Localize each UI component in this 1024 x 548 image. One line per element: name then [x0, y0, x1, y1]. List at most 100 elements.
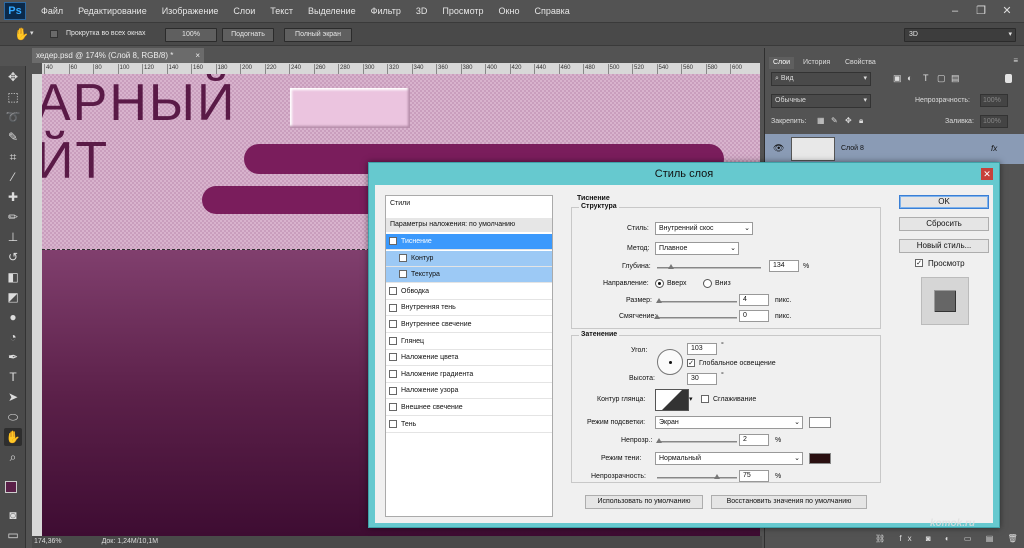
- quick-select-tool-icon[interactable]: ✎: [4, 128, 22, 146]
- style-item-checkbox[interactable]: [389, 403, 397, 412]
- highlight-color-swatch[interactable]: [809, 417, 831, 428]
- preview-checkbox[interactable]: ✓: [915, 259, 923, 267]
- style-item-checkbox[interactable]: [389, 419, 397, 428]
- style-item-checkbox[interactable]: [389, 386, 397, 395]
- eraser-tool-icon[interactable]: ◧: [4, 268, 22, 286]
- chevron-down-icon[interactable]: ▾: [689, 395, 693, 403]
- lock-all-icon[interactable]: 🔒︎: [859, 116, 863, 126]
- style-item-row[interactable]: Внешнее свечение: [386, 400, 552, 416]
- gloss-contour-picker[interactable]: [655, 389, 689, 411]
- direction-up-radio[interactable]: [655, 279, 664, 288]
- direction-down-radio[interactable]: [703, 279, 712, 288]
- style-item-row[interactable]: Наложение градиента: [386, 367, 552, 383]
- tab-history[interactable]: История: [799, 57, 834, 69]
- filter-smart-icon[interactable]: ▤: [951, 73, 960, 84]
- foreground-color-swatch[interactable]: [5, 481, 17, 493]
- shadow-opacity-input[interactable]: 75: [739, 470, 769, 482]
- style-item-row[interactable]: Глянец: [386, 334, 552, 350]
- angle-input[interactable]: 103: [687, 343, 717, 355]
- shape-tool-icon[interactable]: ⬭: [4, 408, 22, 426]
- styles-header[interactable]: Стили: [390, 200, 410, 207]
- lock-transparent-icon[interactable]: ▦: [817, 116, 825, 125]
- eye-icon[interactable]: 👁︎: [773, 143, 784, 154]
- workspace-select[interactable]: 3D ▾: [904, 28, 1016, 42]
- style-item-checkbox[interactable]: [389, 353, 397, 362]
- menu-image[interactable]: Изображение: [162, 6, 219, 16]
- tab-layers[interactable]: Слои: [769, 57, 795, 69]
- bucket-tool-icon[interactable]: ◩: [4, 288, 22, 306]
- menu-filter[interactable]: Фильтр: [371, 6, 401, 16]
- lock-position-icon[interactable]: ✥: [845, 116, 852, 125]
- restore-icon[interactable]: ❐: [974, 4, 988, 18]
- menu-text[interactable]: Текст: [270, 6, 293, 16]
- shadow-opacity-thumb[interactable]: [714, 474, 720, 479]
- blend-mode-select[interactable]: Обычные ▾: [771, 94, 871, 108]
- depth-slider-thumb[interactable]: [667, 264, 674, 269]
- history-brush-tool-icon[interactable]: ↺: [4, 248, 22, 266]
- document-tab[interactable]: хедер.psd @ 174% (Слой 8, RGB/8) * ×: [32, 48, 204, 63]
- shadow-color-swatch[interactable]: [809, 453, 831, 464]
- type-tool-icon[interactable]: T: [4, 368, 22, 386]
- style-item-row[interactable]: Наложение узора: [386, 383, 552, 400]
- style-item-row[interactable]: ✓ Тиснение: [386, 234, 552, 250]
- full-screen-button[interactable]: Полный экран: [284, 28, 352, 42]
- global-light-checkbox[interactable]: ✓: [687, 359, 695, 367]
- style-item-row[interactable]: Внутреннее свечение: [386, 317, 552, 333]
- highlight-opacity-thumb[interactable]: [655, 438, 662, 443]
- healing-tool-icon[interactable]: ✚: [4, 188, 22, 206]
- antialias-checkbox[interactable]: [701, 395, 709, 403]
- style-item-checkbox[interactable]: [399, 253, 407, 262]
- style-item-checkbox[interactable]: [399, 270, 407, 279]
- panel-menu-icon[interactable]: ≡: [1013, 56, 1018, 65]
- hand-tool-icon[interactable]: ✋: [4, 428, 22, 446]
- style-item-checkbox[interactable]: [389, 303, 397, 312]
- zoom-tool-icon[interactable]: ⌕: [4, 448, 22, 466]
- highlight-mode-select[interactable]: Экран ⌄: [655, 416, 803, 429]
- size-input[interactable]: 4: [739, 294, 769, 306]
- filter-adjust-icon[interactable]: ◐: [907, 73, 912, 83]
- altitude-input[interactable]: 30: [687, 373, 717, 385]
- lasso-tool-icon[interactable]: ➰: [4, 108, 22, 126]
- menu-help[interactable]: Справка: [534, 6, 569, 16]
- opacity-input[interactable]: 100%: [980, 94, 1008, 107]
- shadow-opacity-slider[interactable]: [657, 474, 737, 479]
- path-select-tool-icon[interactable]: ➤: [4, 388, 22, 406]
- screen-mode-icon[interactable]: ▭: [4, 526, 22, 544]
- filter-type-icon[interactable]: T: [923, 73, 929, 83]
- ok-button[interactable]: OK: [899, 195, 989, 209]
- filter-shape-icon[interactable]: ▢: [937, 73, 946, 84]
- style-item-row[interactable]: Наложение цвета: [386, 350, 552, 367]
- layer-name[interactable]: Слой 8: [841, 145, 864, 152]
- fx-icon[interactable]: fx: [991, 144, 997, 153]
- status-zoom[interactable]: 174,36%: [34, 538, 62, 545]
- blend-options-item[interactable]: Параметры наложения: по умолчанию: [386, 218, 552, 232]
- size-slider-thumb[interactable]: [655, 298, 662, 303]
- menu-view[interactable]: Просмотр: [442, 6, 483, 16]
- panel-bottom-icons[interactable]: ⛓ fx ◙ ◐ ▭ ▤ 🗑︎: [875, 534, 1024, 543]
- move-tool-icon[interactable]: ✥: [4, 68, 22, 86]
- hand-tool-icon[interactable]: ✋: [14, 27, 29, 41]
- dodge-tool-icon[interactable]: ◔: [4, 328, 22, 346]
- style-item-row[interactable]: Контур: [386, 250, 552, 267]
- tab-properties[interactable]: Свойства: [841, 57, 880, 69]
- soften-slider-thumb[interactable]: [654, 314, 660, 319]
- fit-screen-button[interactable]: Подогнать: [222, 28, 274, 42]
- filter-pixel-icon[interactable]: ▣: [893, 73, 902, 84]
- style-item-row[interactable]: Текстура: [386, 267, 552, 284]
- reset-default-button[interactable]: Восстановить значения по умолчанию: [711, 495, 867, 509]
- marquee-tool-icon[interactable]: ⬚: [4, 88, 22, 106]
- fill-input[interactable]: 100%: [980, 115, 1008, 128]
- eyedropper-tool-icon[interactable]: ⁄: [4, 168, 22, 186]
- scroll-all-checkbox[interactable]: [50, 30, 58, 38]
- shadow-mode-select[interactable]: Нормальный ⌄: [655, 452, 803, 465]
- highlight-opacity-slider[interactable]: [655, 438, 737, 443]
- style-item-row[interactable]: Внутренняя тень: [386, 300, 552, 317]
- menu-3d[interactable]: 3D: [416, 6, 428, 16]
- highlight-opacity-input[interactable]: 2: [739, 434, 769, 446]
- brush-tool-icon[interactable]: ✏: [4, 208, 22, 226]
- angle-dial[interactable]: [657, 349, 683, 375]
- menu-select[interactable]: Выделение: [308, 6, 356, 16]
- crop-tool-icon[interactable]: ⌗: [4, 148, 22, 166]
- close-tab-icon[interactable]: ×: [195, 48, 200, 63]
- style-item-row[interactable]: Тень: [386, 417, 552, 433]
